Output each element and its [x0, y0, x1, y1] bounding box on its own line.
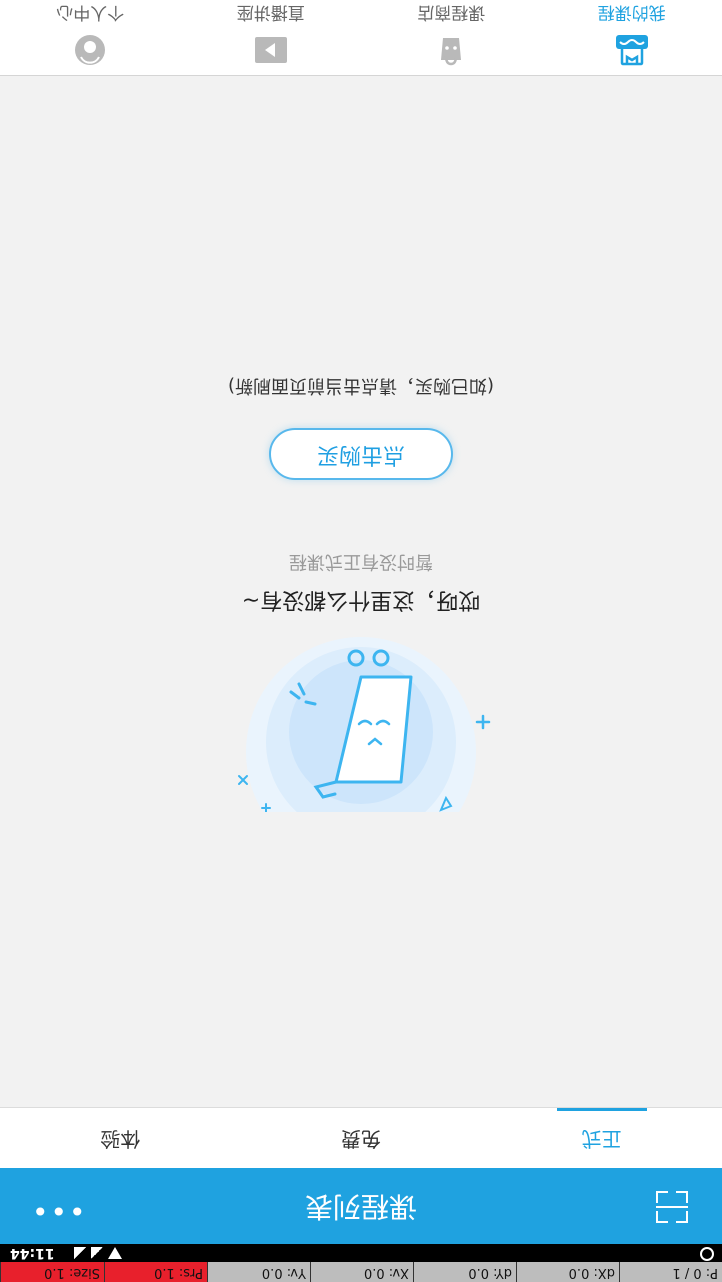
nav-profile[interactable]: 个人中心 — [0, 0, 181, 75]
status-bar: 11:44 — [0, 1244, 722, 1262]
buy-button[interactable]: 点击购买 — [269, 428, 453, 480]
nav-label: 个人中心 — [56, 2, 125, 22]
empty-box-illustration — [238, 637, 491, 812]
empty-title: 哎呀，这里什么都没有~ — [241, 587, 481, 612]
tab-formal[interactable]: 正式 — [481, 1108, 722, 1168]
nav-label: 直播讲座 — [236, 2, 305, 22]
app-screen: P: 0 / 1 dX: 0.0 dY: 0.0 Xv: 0.0 Yv: 0.0… — [0, 0, 722, 1282]
nav-label: 我的课程 — [597, 2, 666, 22]
debug-dx: dX: 0.0 — [516, 1262, 619, 1282]
signal-icon — [91, 1247, 103, 1259]
status-time: 11:44 — [10, 1245, 55, 1261]
empty-subtitle: 暂时没有正式课程 — [289, 551, 433, 572]
screen-recorder-icon — [700, 1247, 714, 1261]
debug-dy: dY: 0.0 — [413, 1262, 516, 1282]
pointer-debug-bar: P: 0 / 1 dX: 0.0 dY: 0.0 Xv: 0.0 Yv: 0.0… — [0, 1262, 722, 1282]
debug-pressure: Prs: 1.0 — [104, 1262, 207, 1282]
nav-my-courses[interactable]: 我的课程 — [542, 0, 722, 75]
tab-trial[interactable]: 体验 — [0, 1108, 241, 1168]
wifi-icon — [108, 1247, 122, 1259]
my-courses-icon — [615, 35, 648, 66]
page-title: 课程列表 — [305, 1190, 418, 1223]
tab-free[interactable]: 免费 — [241, 1108, 482, 1168]
nav-label: 课程商店 — [417, 2, 486, 22]
debug-yv: Yv: 0.0 — [207, 1262, 310, 1282]
course-type-tabs: 正式 免费 体验 — [0, 1107, 722, 1168]
debug-size: Size: 1.0 — [0, 1262, 104, 1282]
title-bar: 课程列表 ••• — [0, 1168, 722, 1244]
nav-course-store[interactable]: 课程商店 — [361, 0, 542, 75]
debug-pointer: P: 0 / 1 — [619, 1262, 722, 1282]
live-play-icon — [254, 37, 287, 63]
status-icons — [74, 1247, 122, 1259]
debug-xv: Xv: 0.0 — [310, 1262, 413, 1282]
more-icon[interactable]: ••• — [30, 1194, 86, 1227]
signal-icon — [74, 1247, 86, 1259]
profile-icon — [75, 35, 106, 65]
bottom-nav: 我的课程 课程商店 直播讲座 个人中心 — [0, 0, 722, 76]
shop-bag-icon — [441, 38, 462, 66]
nav-live-lectures[interactable]: 直播讲座 — [181, 0, 362, 75]
refresh-hint[interactable]: (如已购买，请点击当前页面刷新) — [0, 374, 722, 400]
